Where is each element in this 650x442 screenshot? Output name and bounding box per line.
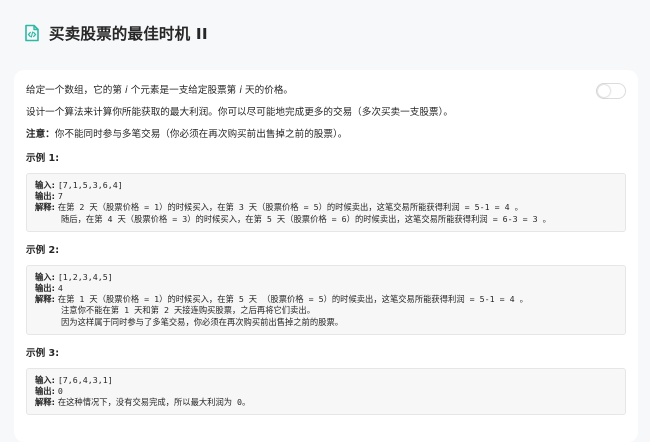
note-label: 注意： (26, 129, 55, 140)
example-2-code-block: 输入: [1,2,3,4,5] 输出: 4 解释: 在第 1 天（股票价格 = … (26, 264, 626, 335)
description-paragraph-1: 给定一个数组，它的第 i 个元素是一支给定股票第 i 天的价格。 (26, 85, 294, 96)
example-3-title: 示例 3: (26, 347, 60, 359)
example-3-explain-line: 在这种情况下，没有交易完成，所以最大利润为 0。 (57, 397, 251, 408)
example-1-output: 7 (57, 191, 63, 202)
description-paragraph-2: 设计一个算法来计算你所能获取的最大利润。你可以尽可能地完成更多的交易（多次买卖一… (26, 107, 453, 118)
document-code-icon (25, 24, 39, 42)
example-2-input: [1,2,3,4,5] (57, 271, 113, 282)
example-2-explain-line: 注意你不能在第 1 天和第 2 天接连购买股票，之后再将它们卖出。 (61, 305, 315, 316)
example-2-explain-line: 在第 1 天（股票价格 = 1）的时候买入，在第 5 天 （股票价格 = 5）的… (57, 294, 528, 305)
example-3-code-block: 输入: [7,6,4,3,1] 输出: 0 解释: 在这种情况下，没有交易完成，… (26, 367, 626, 416)
page-header: 买卖股票的最佳时机 II (24, 22, 208, 44)
problem-description-card: 给定一个数组，它的第 i 个元素是一支给定股票第 i 天的价格。 设计一个算法来… (14, 70, 638, 442)
example-1-explain-line: 在第 2 天（股票价格 = 1）的时候买入，在第 3 天（股票价格 = 5）的时… (57, 202, 523, 213)
example-1-title: 示例 1: (26, 153, 60, 164)
example-1-code-block: 输入: [7,1,5,3,6,4] 输出: 7 解释: 在第 2 天（股票价格 … (26, 173, 626, 232)
example-2-title: 示例 2: (26, 244, 60, 256)
note-paragraph: 注意：你不能同时参与多笔交易（你必须在再次购买前出售掉之前的股票）。 (26, 128, 626, 141)
example-1-input: [7,1,5,3,6,4] (57, 180, 123, 190)
example-3-output: 0 (57, 386, 63, 397)
note-text: 你不能同时参与多笔交易（你必须在再次购买前出售掉之前的股票）。 (54, 129, 348, 140)
example-2-explain-line: 因为这样属于同时参与了多笔交易，你必须在再次购买前出售掉之前的股票。 (61, 316, 344, 327)
example-1-explain-line: 随后，在第 4 天（股票价格 = 3）的时候买入，在第 5 天（股票价格 = 6… (61, 213, 551, 224)
page-title: 买卖股票的最佳时机 II (49, 25, 208, 43)
example-2-output: 4 (57, 283, 63, 294)
example-3-input: [7,6,4,3,1] (57, 374, 113, 385)
toggle-switch[interactable] (596, 83, 626, 99)
toggle-knob (598, 85, 610, 97)
